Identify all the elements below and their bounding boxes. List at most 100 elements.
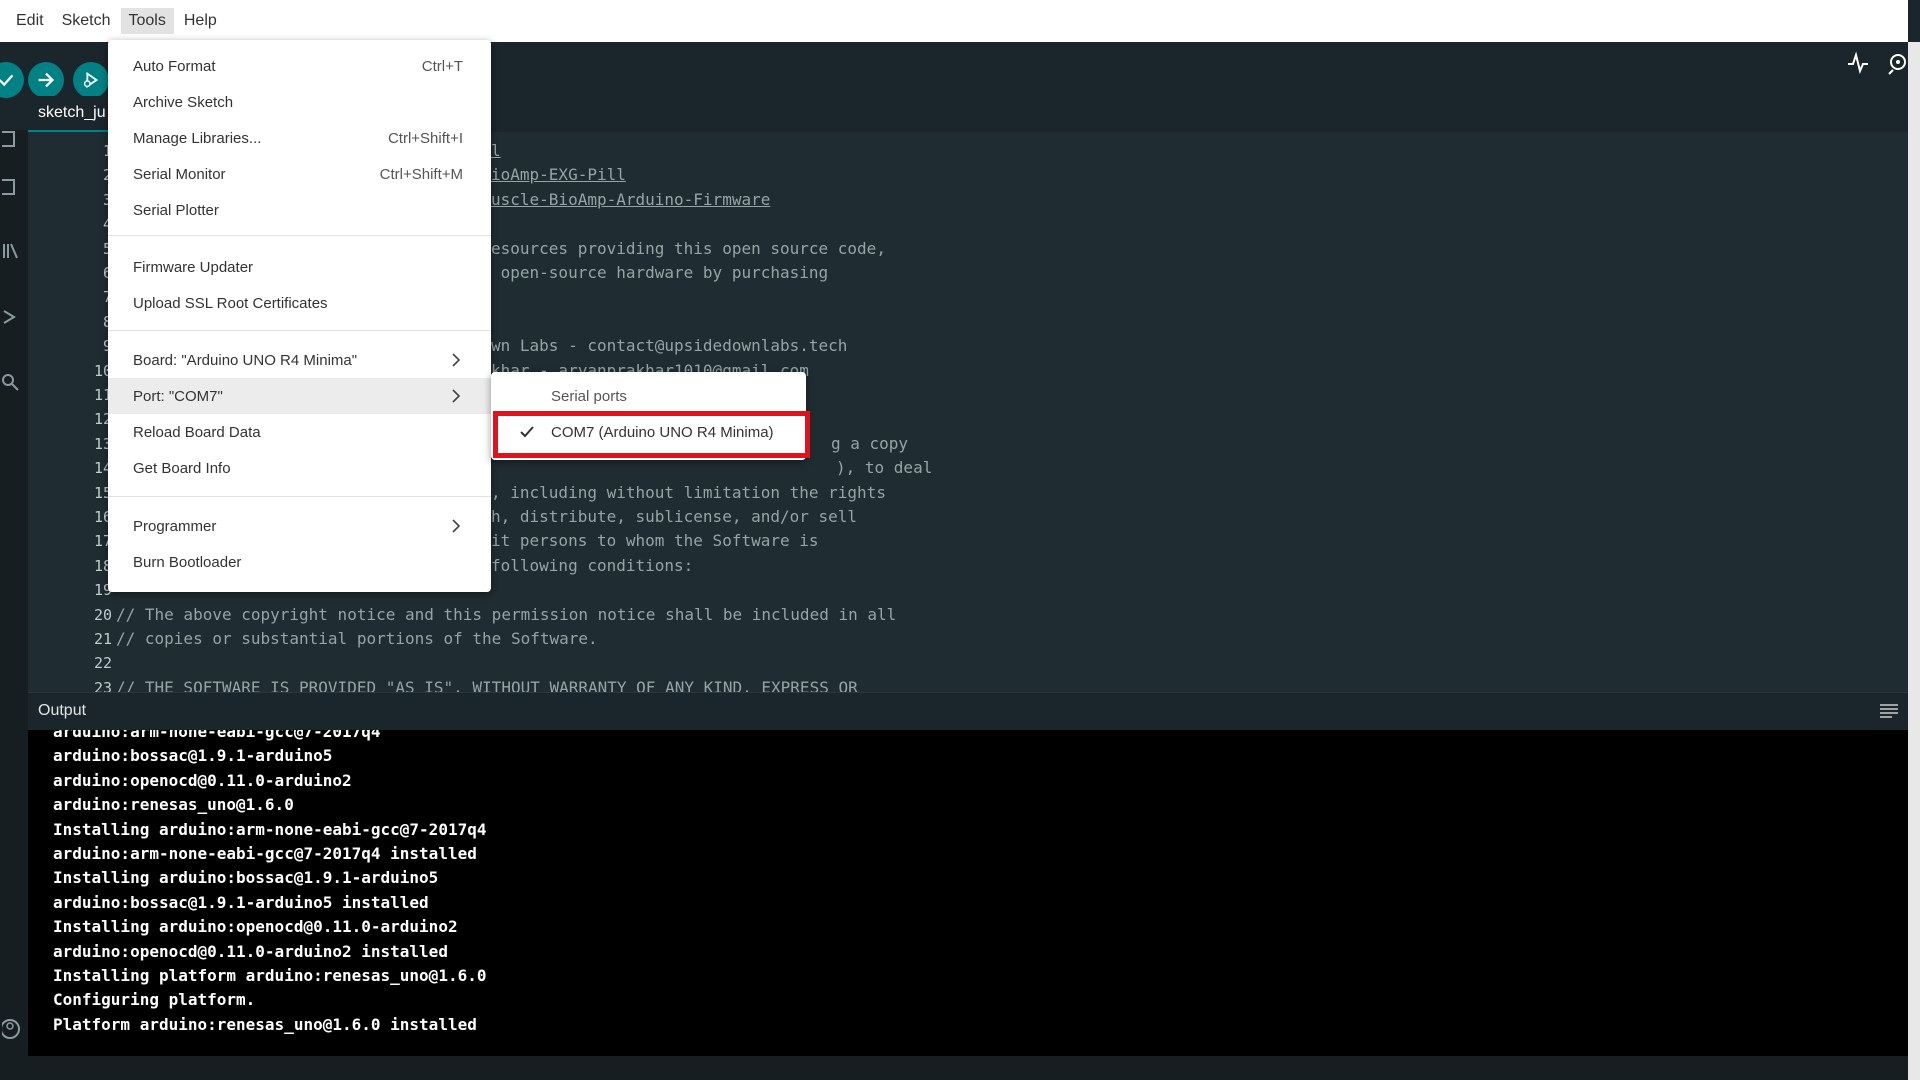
menu-tools[interactable]: Tools xyxy=(120,8,174,34)
output-line: arduino:openocd@0.11.0-arduino2 installe… xyxy=(53,941,448,961)
window-right-edge xyxy=(1908,42,1920,1080)
serial-plotter-button[interactable] xyxy=(1845,50,1871,76)
line-number: 7 xyxy=(57,288,112,306)
code-line: ), to deal xyxy=(836,458,933,478)
line-number: 14 xyxy=(93,459,112,478)
menu-item-burn-bootloader[interactable]: Burn Bootloader xyxy=(108,544,491,580)
line-number: 6 xyxy=(57,264,112,282)
code-line: wn Labs - contact@upsidedownlabs.tech xyxy=(491,336,848,356)
sketch-tab[interactable]: sketch_ju xyxy=(28,96,108,132)
debug-button[interactable] xyxy=(73,62,109,98)
output-line: arduino:arm-none-eabi-gcc@7-2017q4 xyxy=(53,730,381,741)
code-line: following conditions: xyxy=(491,555,694,575)
output-line: arduino:bossac@1.9.1-arduino5 xyxy=(53,746,333,766)
menu-item-label: Firmware Updater xyxy=(133,258,254,276)
library-icon[interactable] xyxy=(2,242,20,260)
line-number: 21 xyxy=(93,630,112,648)
menu-separator xyxy=(108,496,491,497)
line-number: 20 xyxy=(93,605,112,624)
line-number: 8 xyxy=(57,313,112,331)
menu-item-label: Board: "Arduino UNO R4 Minima" xyxy=(133,351,358,369)
menu-item-get-board-info[interactable]: Get Board Info xyxy=(108,450,491,486)
menu-item-reload-board-data[interactable]: Reload Board Data xyxy=(108,414,491,450)
line-number: 11 xyxy=(93,386,112,404)
chevron-right-icon xyxy=(452,353,461,367)
menu-item-serial-monitor[interactable]: Serial Monitor Ctrl+Shift+M xyxy=(108,156,491,192)
chevron-right-icon xyxy=(452,519,461,533)
menu-item-label: Get Board Info xyxy=(133,459,231,477)
code-line: esources providing this open source code… xyxy=(491,238,886,258)
line-number: 4 xyxy=(57,215,112,233)
boards-icon[interactable] xyxy=(2,178,20,196)
output-line: Installing arduino:openocd@0.11.0-arduin… xyxy=(53,917,458,937)
line-number: 3 xyxy=(57,191,112,209)
menu-item-shortcut: Ctrl+Shift+M xyxy=(379,165,463,183)
code-line: // THE SOFTWARE IS PROVIDED "AS IS", WIT… xyxy=(116,677,858,692)
output-panel-header: Output xyxy=(28,692,1908,730)
menu-item-archive-sketch[interactable]: Archive Sketch xyxy=(108,84,491,120)
red-highlight-box xyxy=(493,411,810,458)
line-number: 10 xyxy=(93,361,112,380)
chevron-right-icon xyxy=(452,389,461,403)
menu-help[interactable]: Help xyxy=(176,8,225,34)
code-line: h, distribute, sublicense, and/or sell xyxy=(491,507,858,526)
code-line: uscle-BioAmp-Arduino-Firmware xyxy=(491,189,771,209)
line-number-gutter: 1234567891011121314151617181920212223 xyxy=(28,132,112,692)
menu-item-label: Programmer xyxy=(133,517,217,535)
line-number: 2 xyxy=(57,166,112,184)
code-line: l xyxy=(491,141,501,160)
menu-item-auto-format[interactable]: Auto Format Ctrl+T xyxy=(108,48,491,84)
account-icon[interactable] xyxy=(2,1018,24,1040)
output-line: arduino:openocd@0.11.0-arduino2 xyxy=(53,770,352,790)
menu-item-upload-ssl[interactable]: Upload SSL Root Certificates xyxy=(108,285,491,321)
menu-item-port[interactable]: Port: "COM7" xyxy=(108,378,491,414)
output-line: arduino:bossac@1.9.1-arduino5 installed xyxy=(53,892,429,912)
code-line: open-source hardware by purchasing xyxy=(491,263,829,282)
menu-item-label: Auto Format xyxy=(133,57,216,75)
line-number: 19 xyxy=(93,581,112,600)
upload-button[interactable] xyxy=(28,62,64,98)
left-sidebar xyxy=(0,130,28,1060)
submenu-header: Serial ports xyxy=(551,388,627,405)
line-number: 13 xyxy=(93,434,112,453)
code-line: g a copy xyxy=(831,433,909,453)
folder-icon[interactable] xyxy=(2,130,20,148)
menu-sketch[interactable]: Sketch xyxy=(54,8,119,34)
search-icon[interactable] xyxy=(2,374,20,392)
menu-item-firmware-updater[interactable]: Firmware Updater xyxy=(108,249,491,285)
menu-item-label: Archive Sketch xyxy=(133,93,234,111)
output-line: Installing arduino:bossac@1.9.1-arduino5 xyxy=(53,868,439,888)
output-line: Installing platform arduino:renesas_uno@… xyxy=(53,966,487,985)
menu-edit[interactable]: Edit xyxy=(8,8,52,34)
code-line: , including without limitation the right… xyxy=(491,482,886,502)
menu-item-board[interactable]: Board: "Arduino UNO R4 Minima" xyxy=(108,342,491,378)
menu-item-label: Burn Bootloader xyxy=(133,553,242,571)
menu-item-label: Upload SSL Root Certificates xyxy=(133,294,328,312)
serial-monitor-icon xyxy=(1888,54,1906,75)
code-line: // The above copyright notice and this p… xyxy=(116,604,897,624)
output-menu-icon[interactable] xyxy=(1880,704,1898,718)
line-number: 16 xyxy=(93,508,112,526)
debug-sidebar-icon[interactable] xyxy=(2,308,20,326)
verify-button[interactable] xyxy=(0,62,24,98)
menu-item-manage-libraries[interactable]: Manage Libraries... Ctrl+Shift+I xyxy=(108,120,491,156)
verify-icon xyxy=(0,74,14,87)
window-edge xyxy=(1908,0,1920,42)
menu-item-programmer[interactable]: Programmer xyxy=(108,508,491,544)
output-line: arduino:arm-none-eabi-gcc@7-2017q4 insta… xyxy=(53,844,477,863)
output-line: Platform arduino:renesas_uno@1.6.0 insta… xyxy=(53,1014,477,1034)
line-number: 18 xyxy=(93,556,112,575)
line-number: 12 xyxy=(93,410,112,429)
output-line: Configuring platform. xyxy=(53,990,256,1010)
line-number: 9 xyxy=(57,337,112,355)
output-console[interactable]: arduino:arm-none-eabi-gcc@7-2017q4 arduin… xyxy=(28,730,1908,1056)
menu-item-serial-plotter[interactable]: Serial Plotter xyxy=(108,192,491,228)
upload-icon xyxy=(38,72,55,88)
line-number: 1 xyxy=(57,142,112,160)
serial-plotter-icon xyxy=(1848,51,1868,75)
menu-item-label: Serial Plotter xyxy=(133,201,219,219)
output-line: arduino:renesas_uno@1.6.0 xyxy=(53,795,294,815)
tools-dropdown-menu: Auto Format Ctrl+T Archive Sketch Manage… xyxy=(108,40,491,592)
menu-item-label: Port: "COM7" xyxy=(133,387,223,405)
menu-bar: Edit Sketch Tools Help xyxy=(0,0,1920,42)
